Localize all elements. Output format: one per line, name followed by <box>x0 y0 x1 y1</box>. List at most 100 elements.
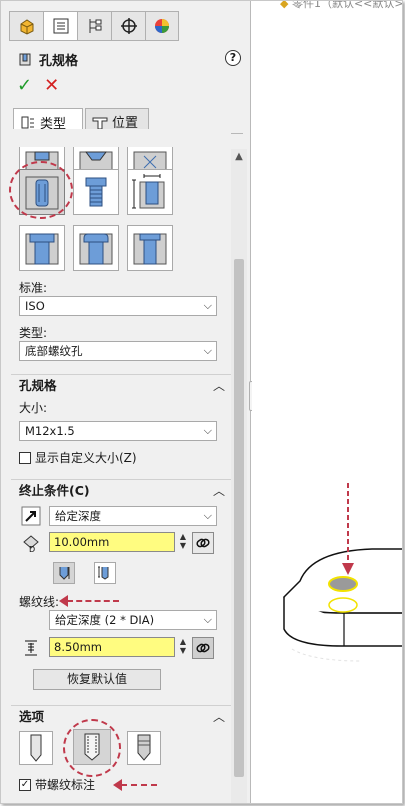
chevron-down-icon: ⌵ <box>203 509 212 522</box>
tapped-hole-button[interactable] <box>73 169 119 215</box>
cosmetic-thread-none-icon <box>30 734 42 762</box>
annotation-circle-hole-type <box>9 161 73 219</box>
depth-input[interactable]: 10.00mm <box>49 532 175 552</box>
link-icon <box>196 643 210 653</box>
chevron-down-icon: ⌵ <box>203 344 212 357</box>
straight-slot-button[interactable] <box>127 225 173 271</box>
help-icon[interactable]: ? <box>225 50 241 66</box>
link-value-button[interactable] <box>192 532 214 554</box>
annotation-arrowhead <box>59 595 68 607</box>
ok-icon[interactable]: ✓ <box>17 75 32 96</box>
annotation-circle-option <box>63 719 121 777</box>
end-condition-select[interactable]: 给定深度 ⌵ <box>49 506 217 526</box>
straight-slot-icon <box>133 233 167 265</box>
drill-depth-tip-button[interactable] <box>53 562 75 584</box>
tip-depth-icon <box>59 567 70 580</box>
thread-depth-value: 8.50mm <box>54 640 103 654</box>
counterbore-slot-icon <box>79 233 113 265</box>
property-manager-tab[interactable] <box>43 11 77 41</box>
part-feature-icon <box>20 19 33 35</box>
section-end-condition-title: 终止条件(C) <box>19 483 90 498</box>
remove-thread-icon <box>137 734 151 761</box>
shoulder-depth-icon <box>98 566 109 580</box>
section-end-condition[interactable]: 终止条件(C) ︿ <box>11 479 231 501</box>
legacy-hole-button[interactable] <box>19 225 65 271</box>
custom-size-label: 显示自定义大小(Z) <box>35 451 137 465</box>
panel-tab-bar <box>9 11 179 43</box>
option-no-thread-button[interactable] <box>19 731 53 765</box>
collapse-icon[interactable]: ︿ <box>213 375 225 397</box>
legacy-hole-icon <box>25 233 59 265</box>
size-select[interactable]: M12x1.5 ⌵ <box>19 421 217 441</box>
reverse-direction-glyph <box>21 506 41 526</box>
thread-callout-label: 带螺纹标注 <box>35 778 96 792</box>
type-value: 底部螺纹孔 <box>25 344 83 358</box>
part-model <box>283 483 402 662</box>
dimxpert-icon <box>120 18 137 34</box>
chevron-down-icon: ⌵ <box>203 299 212 312</box>
scroll-up-icon[interactable]: ▲ <box>231 149 247 165</box>
chevron-down-icon: ⌵ <box>203 424 212 437</box>
ok-cancel-row: ✓ ✕ <box>17 75 59 96</box>
custom-size-checkbox[interactable]: 显示自定义大小(Z) <box>19 449 137 466</box>
section-options-title: 选项 <box>19 709 45 724</box>
size-value: M12x1.5 <box>25 424 75 438</box>
configuration-manager-tab[interactable] <box>77 11 111 41</box>
pipe-tap-icon <box>132 174 165 209</box>
hole-wizard-icon <box>19 53 31 66</box>
tapped-hole-icon <box>85 177 107 207</box>
counterbore-slot-button[interactable] <box>73 225 119 271</box>
svg-text:D: D <box>29 545 35 553</box>
dimxpert-tab[interactable] <box>111 11 145 41</box>
feature-title-row: 孔规格 ? <box>17 49 241 69</box>
standard-select[interactable]: ISO ⌵ <box>19 296 217 316</box>
panel-scrollbar[interactable]: ▲ <box>231 149 247 803</box>
annotation-arrow-thread <box>67 600 119 602</box>
display-manager-icon <box>155 19 169 33</box>
page-title: 孔规格 <box>39 53 79 69</box>
thread-depth-spinner[interactable]: ▲ ▼ <box>178 637 188 657</box>
pipe-tap-button[interactable] <box>127 169 173 215</box>
thread-depth-glyph <box>25 640 37 656</box>
scrollbar-thumb[interactable] <box>234 259 244 777</box>
custom-size-box[interactable] <box>19 451 31 464</box>
property-manager-panel: 孔规格 ? ✓ ✕ 类型 位置 ▲ 标准: ISO ⌵ 类型: 底部螺纹孔 ⌵ … <box>1 1 251 803</box>
thread-callout-checkbox[interactable]: ✓ 带螺纹标注 <box>19 776 95 793</box>
annotation-arrowhead <box>113 779 122 791</box>
scroll-clip <box>11 129 231 147</box>
property-manager-icon <box>53 18 68 34</box>
thread-condition-value: 给定深度 (2 * DIA) <box>55 613 155 627</box>
end-condition-value: 给定深度 <box>55 509 101 523</box>
section-options[interactable]: 选项 ︿ <box>11 705 231 727</box>
collapse-icon[interactable]: ︿ <box>213 706 225 728</box>
part-feature-tab[interactable] <box>9 11 43 41</box>
depth-glyph: D <box>23 535 39 553</box>
thread-link-button[interactable] <box>192 637 214 659</box>
option-remove-thread-button[interactable] <box>127 731 161 765</box>
graphics-area[interactable]: ◆ 零件1（默认<<默认> <box>252 1 402 803</box>
collapse-icon[interactable]: ︿ <box>213 480 225 502</box>
type-select[interactable]: 底部螺纹孔 ⌵ <box>19 341 217 361</box>
thread-depth-input[interactable]: 8.50mm <box>49 637 175 657</box>
hole-position-icon <box>92 117 108 129</box>
thread-label: 螺纹线: <box>19 595 60 609</box>
thread-callout-box[interactable]: ✓ <box>19 778 31 791</box>
hole-type-icon <box>21 116 34 129</box>
display-manager-tab[interactable] <box>145 11 179 41</box>
thread-depth-icon <box>19 636 43 660</box>
reverse-direction-icon[interactable] <box>19 504 43 528</box>
section-hole-spec-title: 孔规格 <box>19 378 57 393</box>
depth-value: 10.00mm <box>54 535 110 549</box>
link-icon <box>196 538 210 548</box>
configuration-manager-icon <box>89 19 101 33</box>
thread-condition-select[interactable]: 给定深度 (2 * DIA) ⌵ <box>49 610 217 630</box>
cancel-icon[interactable]: ✕ <box>44 75 59 96</box>
chevron-down-icon: ⌵ <box>203 613 212 626</box>
section-hole-spec[interactable]: 孔规格 ︿ <box>11 374 231 396</box>
restore-defaults-button[interactable]: 恢复默认值 <box>33 669 161 690</box>
drill-depth-shoulder-button[interactable] <box>94 562 116 584</box>
annotation-arrow-callout <box>121 784 157 786</box>
standard-value: ISO <box>25 299 45 313</box>
depth-spinner[interactable]: ▲ ▼ <box>178 532 188 552</box>
window-frame: 孔规格 ? ✓ ✕ 类型 位置 ▲ 标准: ISO ⌵ 类型: 底部螺纹孔 ⌵ … <box>0 0 403 804</box>
